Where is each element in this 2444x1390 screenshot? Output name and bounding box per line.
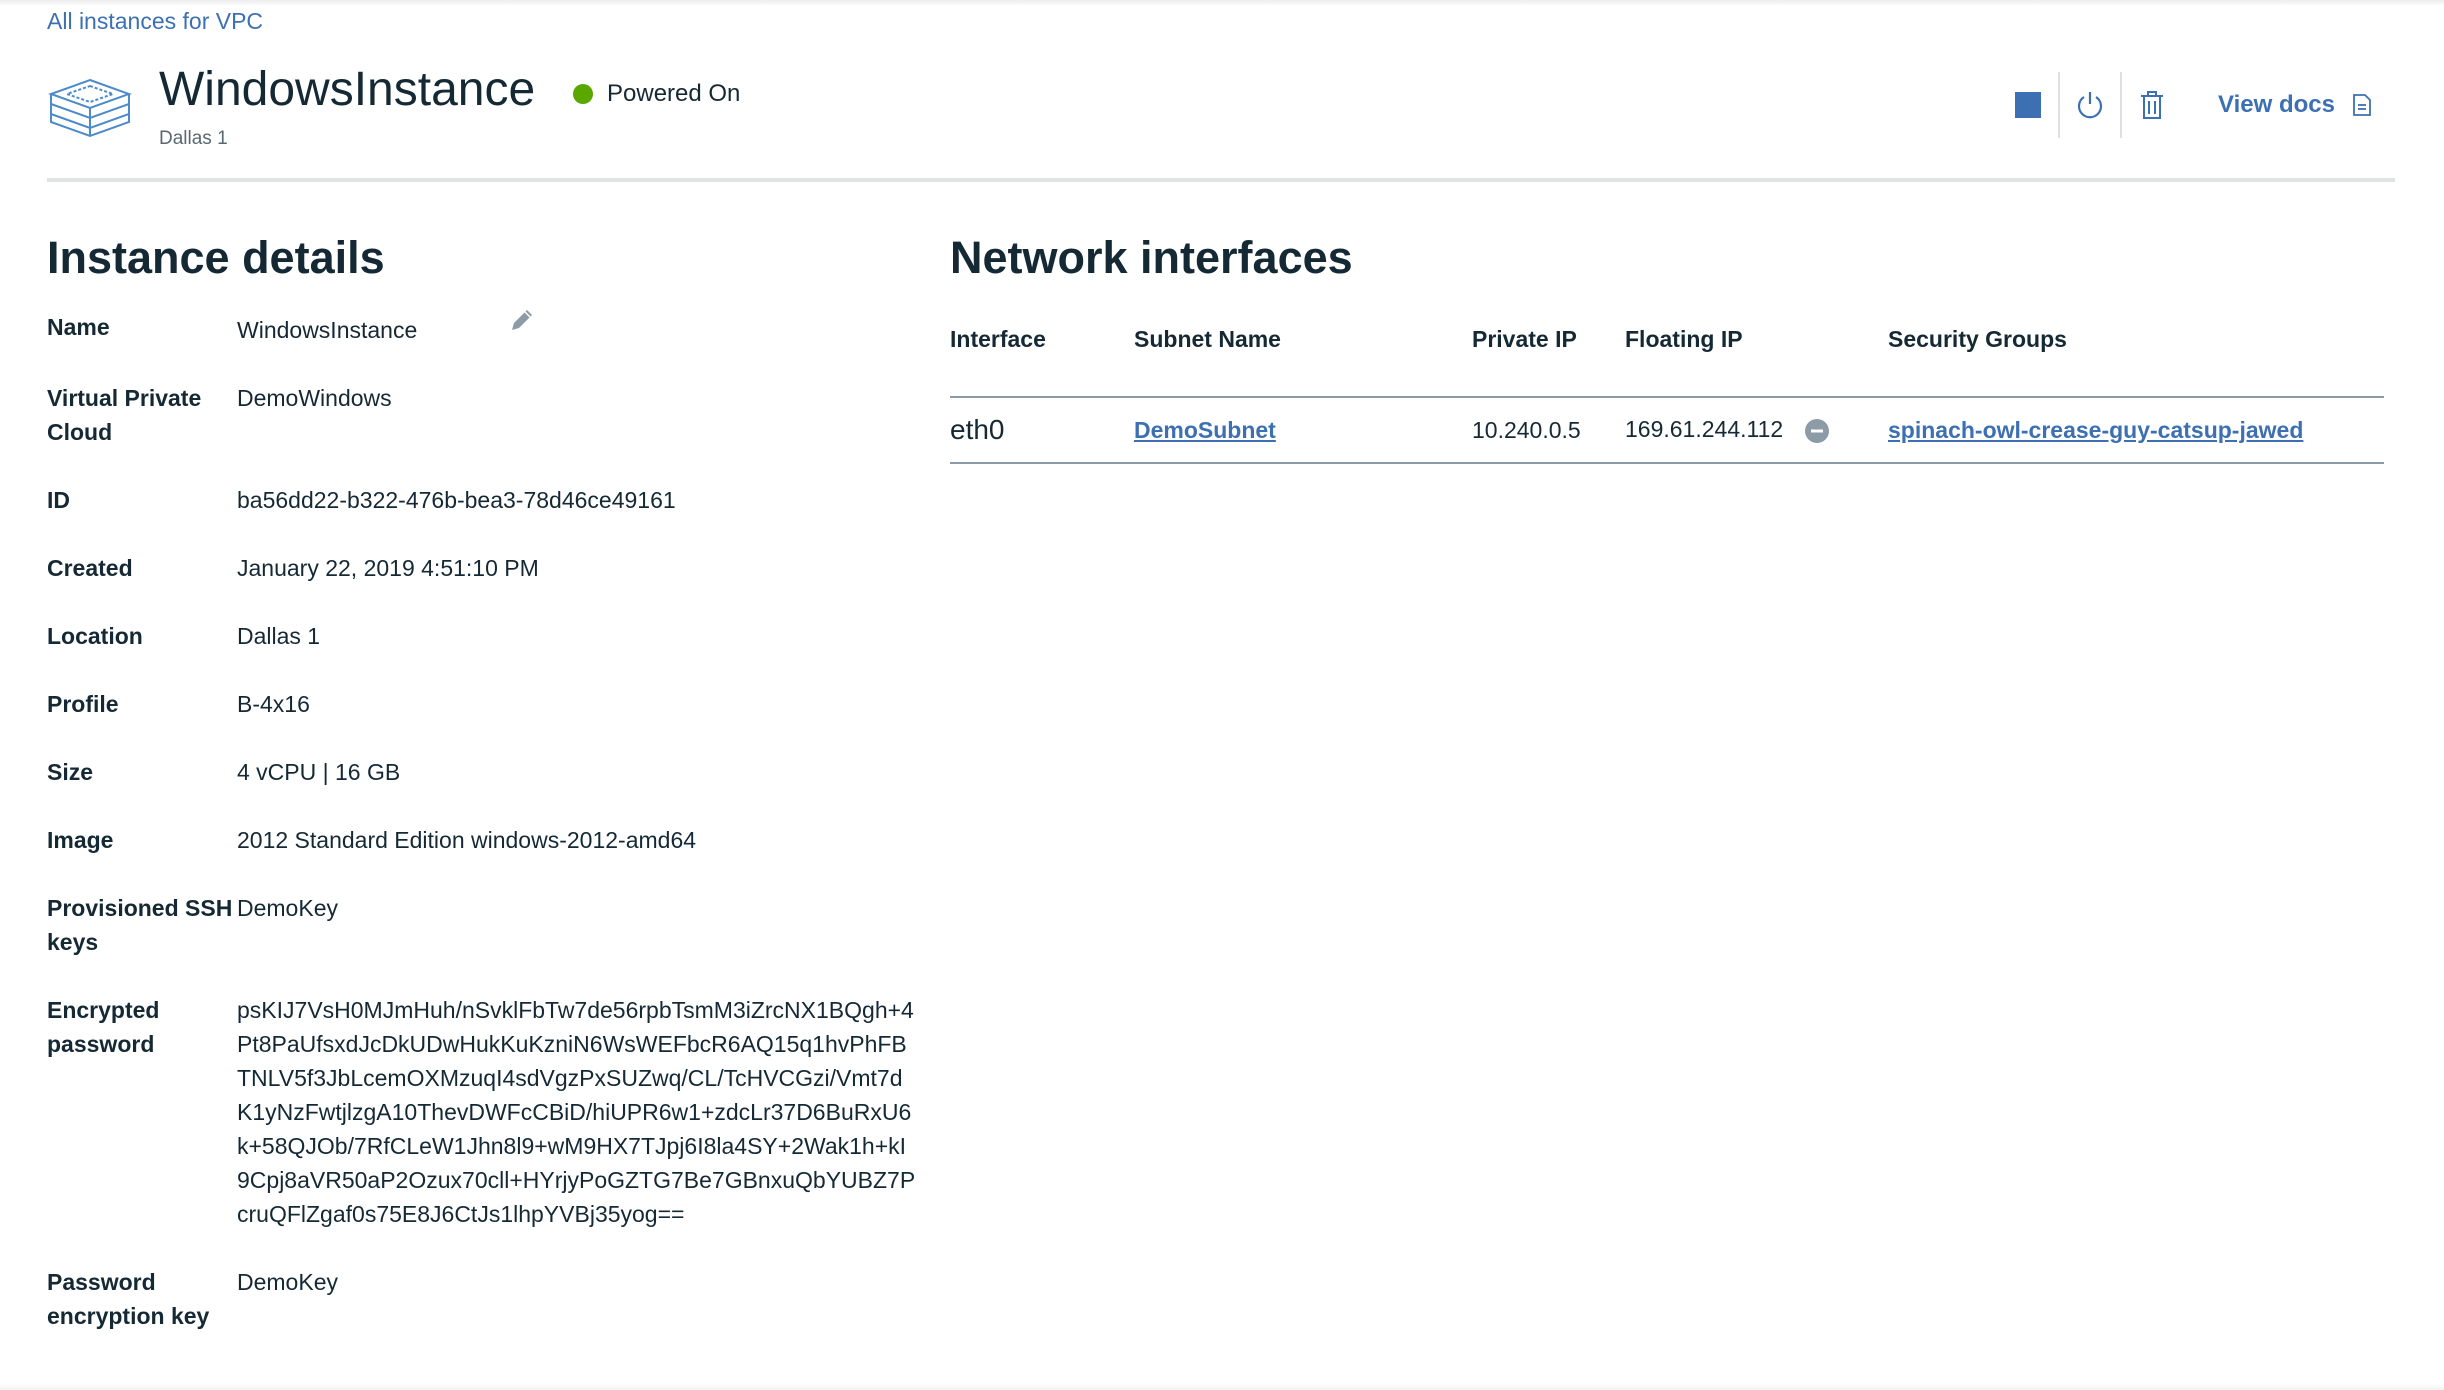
table-row: eth0 DemoSubnet 10.240.0.5 169.61.244.11… (950, 397, 2384, 464)
status-label: Powered On (607, 80, 741, 107)
detail-row-profile: Profile B-4x16 (47, 687, 927, 721)
instance-details-heading: Instance details (47, 232, 385, 283)
detail-label: Virtual Private Cloud (47, 385, 202, 445)
view-docs-label: View docs (2218, 91, 2335, 118)
detail-row-created: Created January 22, 2019 4:51:10 PM (47, 551, 927, 585)
page-header: WindowsInstance Powered On Dallas 1 View… (47, 62, 2395, 180)
interface-cell: eth0 (950, 397, 1134, 464)
detail-label: Location (47, 623, 143, 649)
network-interfaces-table: Interface Subnet Name Private IP Floatin… (950, 310, 2384, 464)
power-icon (2077, 92, 2103, 119)
detail-value: ba56dd22-b322-476b-bea3-78d46ce49161 (237, 487, 676, 513)
detail-value: 4 vCPU | 16 GB (237, 759, 401, 785)
view-docs-link[interactable]: View docs (2218, 91, 2371, 119)
status-dot-icon (573, 84, 593, 104)
detail-row-encryption-key: Password encryption key DemoKey (47, 1265, 927, 1333)
column-header-security-groups: Security Groups (1888, 310, 2384, 398)
detail-row-id: ID ba56dd22-b322-476b-bea3-78d46ce49161 (47, 483, 927, 517)
detail-label: Encrypted password (47, 997, 160, 1057)
delete-button[interactable] (2122, 72, 2182, 138)
server-stack-icon (48, 78, 132, 138)
minus-circle-icon[interactable] (1804, 418, 1830, 444)
network-interfaces-heading: Network interfaces (950, 232, 1353, 283)
pencil-edit-icon[interactable] (508, 306, 536, 334)
detail-value: DemoKey (237, 1269, 338, 1295)
detail-label: Created (47, 555, 133, 581)
detail-row-ssh-keys: Provisioned SSH keys DemoKey (47, 891, 927, 959)
stop-button[interactable] (1998, 72, 2061, 138)
column-header-floating-ip: Floating IP (1625, 310, 1888, 398)
column-header-interface: Interface (950, 310, 1134, 398)
breadcrumb-all-instances-link[interactable]: All instances for VPC (47, 8, 263, 35)
header-divider (47, 178, 2395, 182)
detail-row-location: Location Dallas 1 (47, 619, 927, 653)
instance-detail-page: All instances for VPC WindowsInstance Po… (0, 0, 2444, 1390)
detail-label: Size (47, 759, 94, 785)
detail-label: Name (47, 314, 110, 340)
top-shadow (0, 0, 2444, 6)
detail-value: January 22, 2019 4:51:10 PM (237, 555, 539, 581)
detail-row-vpc: Virtual Private Cloud DemoWindows (47, 381, 927, 449)
detail-row-encrypted-password: Encrypted password psKIJ7VsH0MJmHuh/nSvk… (47, 993, 927, 1231)
instance-name-value: WindowsInstance (237, 317, 418, 343)
table-header-row: Interface Subnet Name Private IP Floatin… (950, 310, 2384, 398)
status-badge: Powered On (573, 80, 740, 108)
subnet-link[interactable]: DemoSubnet (1134, 417, 1276, 443)
document-icon (2353, 94, 2371, 116)
detail-value: WindowsInstance (237, 310, 927, 347)
detail-label: Image (47, 827, 114, 853)
subnet-cell: DemoSubnet (1134, 397, 1472, 464)
detail-row-image: Image 2012 Standard Edition windows-2012… (47, 823, 927, 857)
bottom-shadow (0, 1384, 2444, 1390)
detail-value: DemoWindows (237, 385, 392, 411)
detail-label: Password encryption key (47, 1269, 210, 1329)
header-actions: View docs (1998, 72, 2395, 138)
detail-row-name: Name WindowsInstance (47, 310, 927, 347)
trash-icon (2141, 91, 2164, 119)
column-header-private-ip: Private IP (1472, 310, 1625, 398)
encrypted-password-value: psKIJ7VsH0MJmHuh/nSvklFbTw7de56rpbTsmM3i… (237, 997, 916, 1227)
detail-row-size: Size 4 vCPU | 16 GB (47, 755, 927, 789)
detail-label: Provisioned SSH keys (47, 895, 233, 955)
detail-label: ID (47, 487, 70, 513)
page-title: WindowsInstance (159, 63, 536, 116)
location-subtitle: Dallas 1 (159, 128, 228, 149)
detail-value: Dallas 1 (237, 623, 321, 649)
floating-ip-cell: 169.61.244.112 (1625, 397, 1888, 464)
detail-value: B-4x16 (237, 691, 310, 717)
private-ip-cell: 10.240.0.5 (1472, 397, 1625, 464)
security-group-link[interactable]: spinach-owl-crease-guy-catsup-jawed (1888, 417, 2303, 443)
instance-details-list: Name WindowsInstance Virtual Private Clo… (47, 310, 927, 1367)
detail-value: 2012 Standard Edition windows-2012-amd64 (237, 827, 697, 853)
floating-ip-value: 169.61.244.112 (1625, 416, 1784, 443)
detail-label: Profile (47, 691, 119, 717)
column-header-subnet: Subnet Name (1134, 310, 1472, 398)
detail-value: DemoKey (237, 895, 338, 921)
security-groups-cell: spinach-owl-crease-guy-catsup-jawed (1888, 397, 2384, 464)
power-button[interactable] (2060, 72, 2123, 138)
stop-square-icon (2015, 92, 2042, 118)
